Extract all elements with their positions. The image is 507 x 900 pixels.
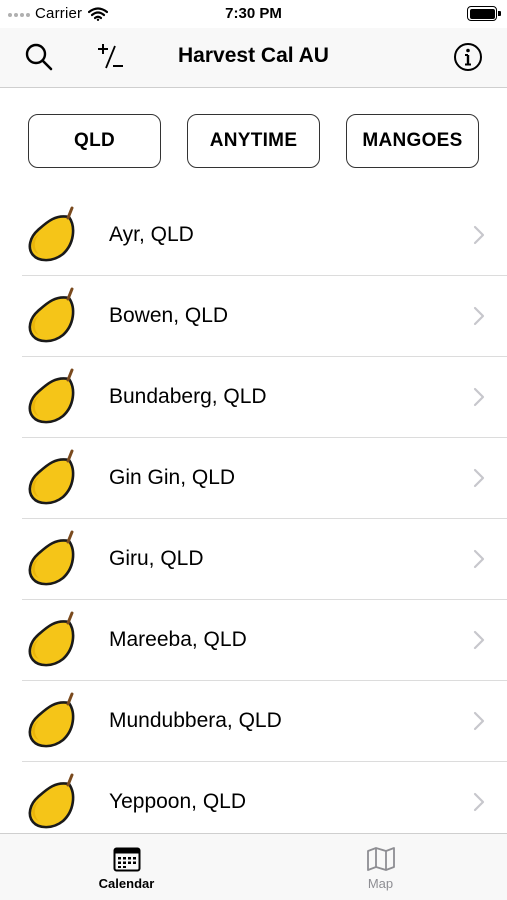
mango-icon — [28, 368, 75, 424]
info-button[interactable] — [451, 40, 485, 74]
location-label: Ayr, QLD — [109, 223, 194, 246]
mango-icon — [28, 530, 75, 586]
tab-calendar-label: Calendar — [98, 876, 155, 891]
chevron-right-icon — [473, 711, 485, 731]
chevron-right-icon — [473, 549, 485, 569]
tab-calendar[interactable]: Calendar — [0, 834, 253, 900]
info-icon — [454, 43, 482, 71]
location-row[interactable]: Ayr, QLD — [0, 195, 507, 276]
location-label: Gin Gin, QLD — [109, 466, 236, 489]
location-row[interactable]: Bowen, QLD — [0, 276, 507, 357]
chevron-right-icon — [473, 468, 485, 488]
location-label: Mundubbera, QLD — [109, 709, 282, 732]
chevron-right-icon — [473, 225, 485, 245]
location-row[interactable]: Mareeba, QLD — [0, 600, 507, 681]
mango-icon — [28, 692, 75, 748]
location-row[interactable]: Giru, QLD — [0, 519, 507, 600]
status-bar: Carrier 7:30 PM — [0, 0, 507, 28]
status-time: 7:30 PM — [225, 5, 282, 22]
season-filter-button[interactable]: ANYTIME — [187, 114, 320, 168]
location-row[interactable]: Bundaberg, QLD — [0, 357, 507, 438]
navigation-bar: Harvest Cal AU — [0, 28, 507, 88]
tab-bar: Calendar Map — [0, 833, 507, 900]
produce-filter-button[interactable]: MANGOES — [346, 114, 479, 168]
mango-icon — [28, 206, 75, 262]
location-row[interactable]: Yeppoon, QLD — [0, 762, 507, 843]
location-label: Mareeba, QLD — [109, 628, 247, 651]
tab-map-label: Map — [367, 876, 394, 891]
page-title: Harvest Cal AU — [178, 44, 329, 67]
mango-icon — [28, 287, 75, 343]
filter-bar: QLD ANYTIME MANGOES — [0, 114, 507, 168]
location-label: Bundaberg, QLD — [109, 385, 267, 408]
chevron-right-icon — [473, 387, 485, 407]
region-filter-button[interactable]: QLD — [28, 114, 161, 168]
chevron-right-icon — [473, 630, 485, 650]
location-list: Ayr, QLD Bowen, QLD Bundaberg, QLD Gin G… — [0, 195, 507, 843]
location-row[interactable]: Gin Gin, QLD — [0, 438, 507, 519]
location-label: Yeppoon, QLD — [109, 790, 247, 813]
location-row[interactable]: Mundubbera, QLD — [0, 681, 507, 762]
calendar-icon — [113, 847, 140, 872]
chevron-right-icon — [473, 306, 485, 326]
tab-map[interactable]: Map — [254, 834, 507, 900]
mango-icon — [28, 773, 75, 829]
chevron-right-icon — [473, 792, 485, 812]
map-icon — [366, 847, 395, 871]
battery-icon — [467, 6, 501, 21]
mango-icon — [28, 611, 75, 667]
location-label: Giru, QLD — [109, 547, 204, 570]
location-label: Bowen, QLD — [109, 304, 229, 327]
mango-icon — [28, 449, 75, 505]
